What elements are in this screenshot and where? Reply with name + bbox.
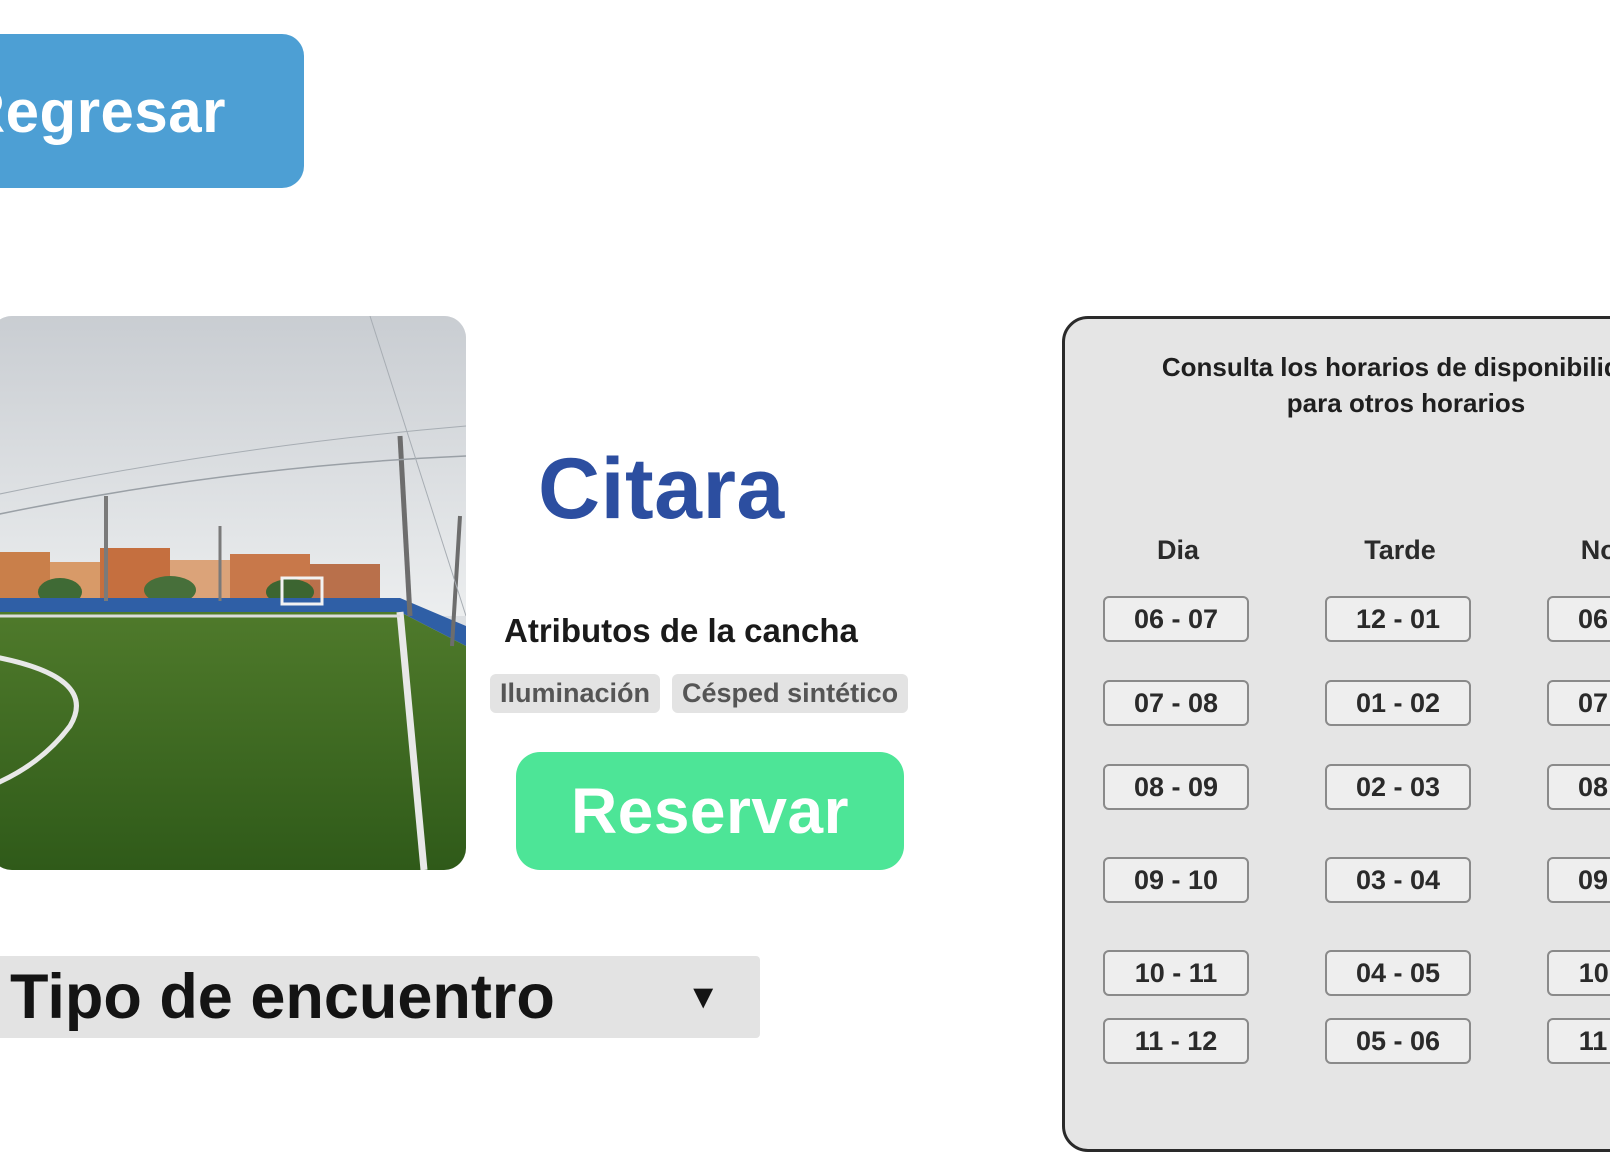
venue-name: Citara (538, 441, 785, 537)
back-button[interactable]: Regresar (0, 34, 304, 188)
time-slot[interactable]: 06 - 07 (1103, 596, 1249, 642)
caret-down-icon: ▼ (686, 978, 720, 1016)
attribute-tag: Césped sintético (672, 674, 909, 713)
time-slot[interactable]: 08 - 09 (1547, 764, 1610, 810)
time-slot[interactable]: 08 - 09 (1103, 764, 1249, 810)
schedule-title-line2: para otros horarios (1286, 388, 1526, 418)
attributes-title: Atributos de la cancha (504, 612, 858, 649)
schedule-column-dia: Dia 06 - 07 07 - 08 08 - 09 09 - 10 10 -… (1103, 535, 1253, 1064)
time-slot[interactable]: 09 - 10 (1547, 857, 1610, 903)
soccer-field-image (0, 316, 466, 870)
time-slot[interactable]: 06 - 07 (1547, 596, 1610, 642)
field-photo (0, 316, 466, 870)
attribute-tag: Iluminación (490, 674, 661, 713)
match-type-select[interactable]: Tipo de encuentro ▼ (0, 956, 760, 1038)
match-type-label: Tipo de encuentro (10, 962, 555, 1032)
schedule-title-line1: Consulta los horarios de disponibilidad (1161, 352, 1610, 382)
schedule-title: Consulta los horarios de disponibilidad … (1065, 349, 1610, 421)
time-slot[interactable]: 04 - 05 (1325, 950, 1471, 996)
time-slot[interactable]: 07 - 08 (1547, 680, 1610, 726)
time-slot[interactable]: 10 - 11 (1103, 950, 1249, 996)
reservation-page: Regresar (0, 0, 1610, 1154)
time-slot[interactable]: 09 - 10 (1103, 857, 1249, 903)
column-header: Dia (1156, 535, 1200, 565)
schedule-column-noche: Noche 06 - 07 07 - 08 08 - 09 09 - 10 10… (1547, 535, 1610, 1064)
time-slot[interactable]: 11 - 12 (1103, 1018, 1249, 1064)
time-slot[interactable]: 07 - 08 (1103, 680, 1249, 726)
column-header: Noche (1580, 535, 1610, 565)
time-slot[interactable]: 05 - 06 (1325, 1018, 1471, 1064)
time-slot[interactable]: 01 - 02 (1325, 680, 1471, 726)
schedule-column-tarde: Tarde 12 - 01 01 - 02 02 - 03 03 - 04 04… (1325, 535, 1475, 1064)
column-header: Tarde (1364, 535, 1436, 565)
time-slot[interactable]: 02 - 03 (1325, 764, 1471, 810)
reserve-button[interactable]: Reservar (516, 752, 904, 870)
time-slot[interactable]: 11 - 12 (1547, 1018, 1610, 1064)
time-slot[interactable]: 12 - 01 (1325, 596, 1471, 642)
time-slot[interactable]: 03 - 04 (1325, 857, 1471, 903)
attribute-tags: Iluminación Césped sintético (490, 674, 909, 713)
schedule-panel: Consulta los horarios de disponibilidad … (1062, 316, 1610, 1152)
time-slot[interactable]: 10 - 11 (1547, 950, 1610, 996)
